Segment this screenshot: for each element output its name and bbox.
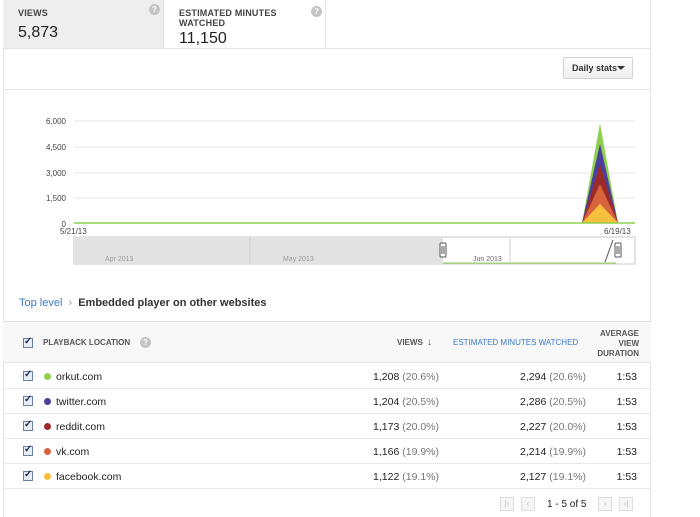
breadcrumb-separator: › xyxy=(68,297,73,309)
chevron-down-icon xyxy=(617,66,625,70)
minutes-percent: (19.9%) xyxy=(549,446,586,458)
row-checkbox[interactable] xyxy=(23,419,33,431)
table-row: reddit.com1,173 (20.0%)2,227 (20.0%)1:53 xyxy=(3,414,651,439)
views-metric-title: VIEWS xyxy=(18,8,49,18)
views-header-label: VIEWS xyxy=(397,338,423,347)
breadcrumb-top-level-link[interactable]: Top level xyxy=(19,297,62,309)
series-color-dot xyxy=(44,448,51,455)
views-percent: (19.9%) xyxy=(402,446,439,458)
y-gridlines xyxy=(74,120,635,199)
y-tick-label: 1,500 xyxy=(46,194,67,203)
minutes-percent: (20.0%) xyxy=(549,421,586,433)
breadcrumb-current: Embedded player on other websites xyxy=(78,297,267,309)
views-value: 1,173 (20.0%) xyxy=(373,421,439,433)
select-all-checkbox[interactable] xyxy=(23,336,33,348)
navigator-label: Jun 2013 xyxy=(473,256,502,263)
views-value: 1,208 (20.6%) xyxy=(373,371,439,383)
series-color-dot xyxy=(44,473,51,480)
row-checkbox[interactable] xyxy=(23,469,33,481)
minutes-count: 2,286 xyxy=(520,396,547,408)
views-percent: (20.0%) xyxy=(402,421,439,433)
minutes-count: 2,227 xyxy=(520,421,547,433)
minutes-metric-card[interactable]: ESTIMATED MINUTES WATCHED 11,150 ? xyxy=(164,0,326,48)
minutes-value: 2,286 (20.5%) xyxy=(520,396,586,408)
location-name[interactable]: facebook.com xyxy=(56,471,121,483)
minutes-percent: (19.1%) xyxy=(549,471,586,483)
views-count: 1,208 xyxy=(373,371,400,383)
table-row: vk.com1,166 (19.9%)2,214 (19.9%)1:53 xyxy=(3,439,651,464)
duration-column-header[interactable]: AVERAGE VIEW DURATION xyxy=(591,329,639,359)
prev-page-button[interactable]: ‹ xyxy=(521,497,535,511)
table-row: twitter.com1,204 (20.5%)2,286 (20.5%)1:5… xyxy=(3,389,651,414)
location-name[interactable]: vk.com xyxy=(56,446,89,458)
table-row: orkut.com1,208 (20.6%)2,294 (20.6%)1:53 xyxy=(3,364,651,389)
minutes-metric-title: ESTIMATED MINUTES WATCHED xyxy=(179,8,277,28)
views-percent: (19.1%) xyxy=(402,471,439,483)
minutes-percent: (20.6%) xyxy=(549,371,586,383)
x-end-label: 6/19/13 xyxy=(604,227,631,236)
daily-stats-label: Daily stats xyxy=(572,63,618,73)
navigator-label: Apr 2013 xyxy=(105,256,134,263)
series-color-dot xyxy=(44,423,51,430)
help-icon[interactable]: ? xyxy=(311,6,322,17)
help-icon[interactable]: ? xyxy=(149,4,160,15)
playback-location-header: PLAYBACK LOCATION xyxy=(43,338,131,347)
views-percent: (20.5%) xyxy=(402,396,439,408)
last-page-button[interactable]: ›| xyxy=(619,497,633,511)
arrow-down-icon: ↓ xyxy=(427,337,433,348)
series-color-dot xyxy=(44,373,51,380)
table-row: facebook.com1,122 (19.1%)2,127 (19.1%)1:… xyxy=(3,464,651,489)
minutes-count: 2,294 xyxy=(520,371,547,383)
views-count: 1,166 xyxy=(373,446,400,458)
first-page-button[interactable]: |‹ xyxy=(500,497,514,511)
views-value: 1,166 (19.9%) xyxy=(373,446,439,458)
minutes-value: 2,227 (20.0%) xyxy=(520,421,586,433)
minutes-value: 2,294 (20.6%) xyxy=(520,371,586,383)
navigator-handle-right[interactable] xyxy=(614,242,622,258)
views-value: 1,122 (19.1%) xyxy=(373,471,439,483)
location-name[interactable]: reddit.com xyxy=(56,421,105,433)
duration-value: 1:53 xyxy=(616,446,637,458)
minutes-metric-value: 11,150 xyxy=(179,30,227,47)
metric-divider xyxy=(3,48,651,49)
y-tick-label: 6,000 xyxy=(46,117,67,126)
minutes-percent: (20.5%) xyxy=(549,396,586,408)
views-count: 1,122 xyxy=(373,471,400,483)
views-percent: (20.6%) xyxy=(402,371,439,383)
duration-value: 1:53 xyxy=(616,471,637,483)
row-checkbox[interactable] xyxy=(23,394,33,406)
duration-value: 1:53 xyxy=(616,396,637,408)
breadcrumb: Top level › Embedded player on other web… xyxy=(19,297,267,309)
views-column-header[interactable]: VIEWS ↓ xyxy=(397,338,432,348)
duration-value: 1:53 xyxy=(616,421,637,433)
location-name[interactable]: orkut.com xyxy=(56,371,102,383)
minutes-count: 2,214 xyxy=(520,446,547,458)
minutes-value: 2,214 (19.9%) xyxy=(520,446,586,458)
y-tick-label: 3,000 xyxy=(46,169,67,178)
navigator-label: May 2013 xyxy=(283,256,314,263)
help-icon[interactable]: ? xyxy=(140,337,151,348)
navigator-handle-left[interactable] xyxy=(439,242,447,258)
row-checkbox[interactable] xyxy=(23,369,33,381)
series-color-dot xyxy=(44,398,51,405)
daily-stats-dropdown[interactable]: Daily stats xyxy=(563,57,633,79)
pager-label: 1 - 5 of 5 xyxy=(547,499,587,510)
views-metric-card[interactable]: VIEWS 5,873 ? xyxy=(3,0,164,48)
views-count: 1,204 xyxy=(373,396,400,408)
row-checkbox[interactable] xyxy=(23,444,33,456)
x-start-label: 5/21/13 xyxy=(60,227,87,236)
y-tick-label: 4,500 xyxy=(46,143,67,152)
minutes-count: 2,127 xyxy=(520,471,547,483)
views-value: 1,204 (20.5%) xyxy=(373,396,439,408)
views-metric-value: 5,873 xyxy=(18,24,59,41)
duration-value: 1:53 xyxy=(616,371,637,383)
minutes-value: 2,127 (19.1%) xyxy=(520,471,586,483)
location-name[interactable]: twitter.com xyxy=(56,396,106,408)
views-count: 1,173 xyxy=(373,421,400,433)
minutes-column-header[interactable]: ESTIMATED MINUTES WATCHED xyxy=(453,338,578,348)
table-header: PLAYBACK LOCATION ? VIEWS ↓ ESTIMATED MI… xyxy=(3,321,651,363)
next-page-button[interactable]: › xyxy=(598,497,612,511)
chart: 6,000 4,500 3,000 1,500 0 5/21/13 6/19/1… xyxy=(46,117,636,265)
